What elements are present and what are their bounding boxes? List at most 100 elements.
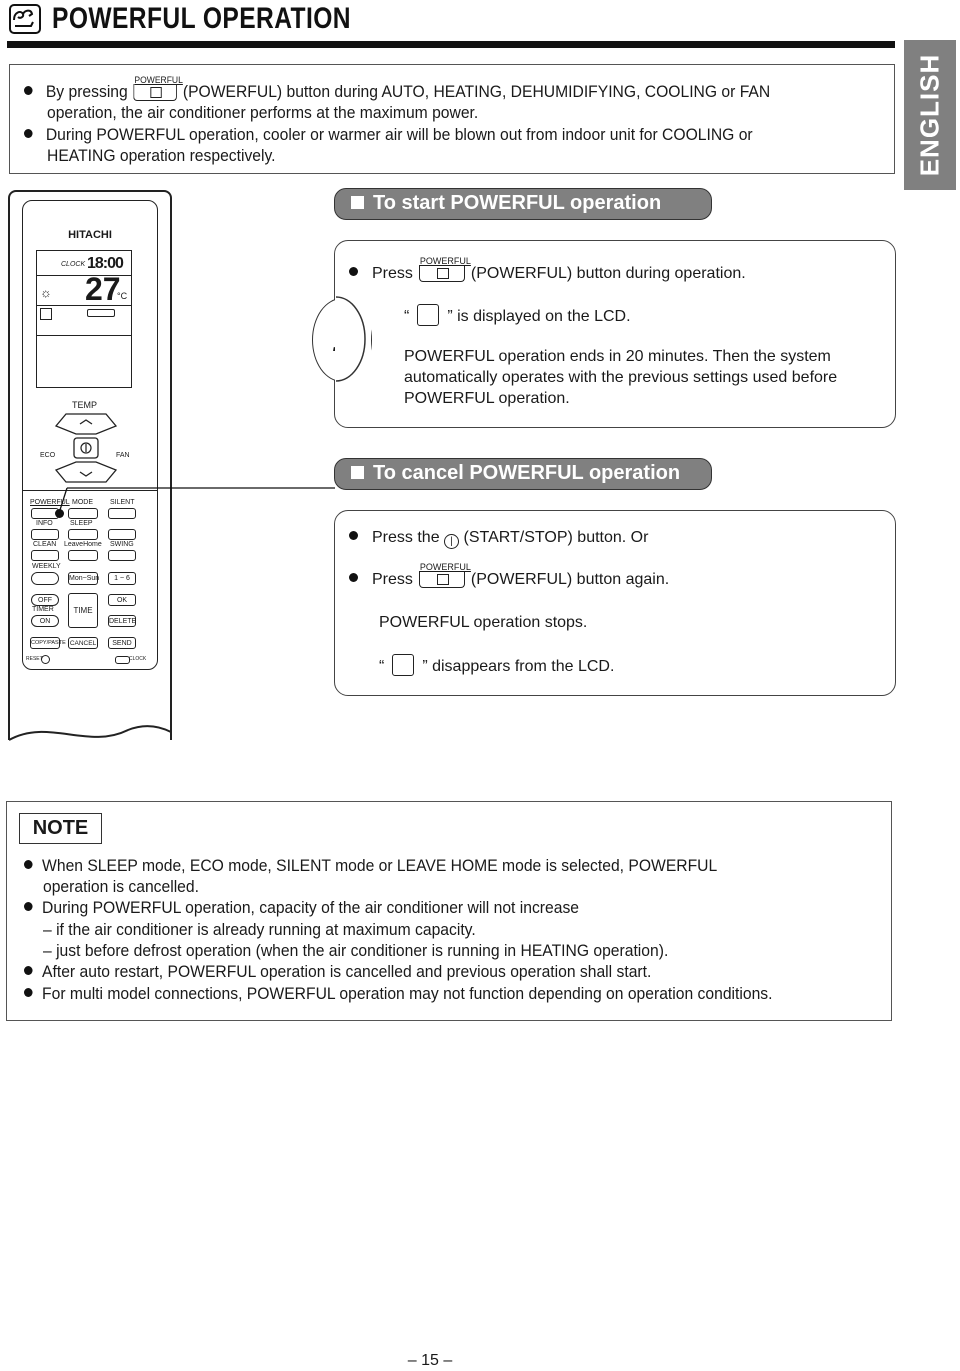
info-label: INFO: [36, 520, 53, 527]
text: By pressing: [45, 83, 128, 101]
info-button[interactable]: [31, 529, 59, 540]
weekly-label: WEEKLY: [32, 563, 61, 570]
cancel-step-startstop: Press the | (START/STOP) button. Or: [349, 527, 648, 549]
powerful-icon: [436, 574, 449, 585]
copy-paste-label: COPY/PASTE: [31, 640, 66, 646]
note-text: – just before defrost operation (when th…: [43, 942, 669, 960]
delete-button[interactable]: DELETE: [108, 615, 136, 627]
bullet-dot: [24, 129, 33, 138]
powerful-icon: [9, 4, 41, 34]
bullet-dot: [24, 966, 33, 975]
text: (POWERFUL) button during AUTO, HEATING, …: [182, 83, 771, 101]
lcd-temperature: 27: [85, 271, 121, 307]
powerful-button-glyph: POWERFUL: [418, 562, 471, 588]
powerful-lcd-icon: [392, 654, 415, 676]
powerful-lcd-icon: [417, 304, 440, 326]
lcd-unit: °C: [117, 291, 128, 301]
cancel-label: CANCEL: [69, 640, 97, 647]
note-text: After auto restart, POWERFUL operation i…: [42, 963, 652, 981]
bullet-dot: [349, 531, 358, 540]
lcd-divider: [37, 305, 131, 306]
remote-brand: HITACHI: [68, 229, 112, 241]
ok-label: OK: [116, 597, 128, 604]
bullet-dot: [24, 988, 33, 997]
fan-label: FAN: [116, 452, 130, 459]
cancel-step-press: Press POWERFUL (POWERFUL) button again.: [349, 562, 670, 590]
one-six-label: 1 ~ 6: [114, 575, 130, 582]
language-tab-label: ENGLISH: [914, 53, 945, 177]
start-ends-line-2: automatically operates with the previous…: [404, 369, 838, 386]
off-label: OFF: [38, 597, 52, 604]
on-label: ON: [39, 618, 51, 625]
text: Press: [372, 265, 413, 282]
quote: “: [404, 308, 410, 325]
page-number: – 15 –: [407, 1352, 453, 1369]
intro-bullet-1-line2: operation, the air conditioner performs …: [47, 104, 479, 122]
leave-home-button[interactable]: [68, 550, 98, 561]
one-six-button[interactable]: 1 ~ 6: [108, 572, 136, 585]
quote: “: [379, 658, 385, 675]
start-ends-line-1: POWERFUL operation ends in 20 minutes. T…: [404, 348, 831, 365]
fan-button[interactable]: FAN: [112, 438, 134, 464]
text: Press: [372, 571, 413, 588]
text: During POWERFUL operation, cooler or war…: [45, 126, 753, 144]
note-line: operation is cancelled.: [43, 877, 199, 898]
note-line: During POWERFUL operation, capacity of t…: [24, 898, 579, 919]
text: (POWERFUL) button again.: [470, 571, 670, 588]
send-button[interactable]: SEND: [108, 637, 136, 649]
bullet-dot: [24, 902, 33, 911]
note-line: – just before defrost operation (when th…: [43, 941, 668, 962]
note-text: For multi model connections, POWERFUL op…: [42, 985, 773, 1003]
cancel-stops-text: POWERFUL operation stops.: [379, 614, 588, 631]
text: (POWERFUL) button during operation.: [470, 265, 746, 282]
sun-icon: ☼: [40, 285, 52, 300]
note-line: When SLEEP mode, ECO mode, SILENT mode o…: [24, 856, 717, 877]
start-ends-line-3: POWERFUL operation.: [404, 390, 570, 407]
lcd-divider: [37, 335, 131, 336]
clock-button[interactable]: [115, 656, 130, 664]
callout-leader: [59, 487, 335, 511]
reset-button[interactable]: [41, 655, 50, 664]
heading-text: To start POWERFUL operation: [373, 192, 662, 214]
time-label: TIME: [73, 606, 93, 615]
swing-label: SWING: [110, 541, 134, 548]
sleep-label: SLEEP: [70, 520, 93, 527]
start-stop-icon: |: [444, 534, 460, 549]
intro-bullet-1: By pressing POWERFUL (POWERFUL) button dur…: [24, 75, 771, 103]
timer-on-button[interactable]: ON: [31, 615, 59, 627]
start-section-heading: To start POWERFUL operation: [334, 188, 712, 220]
weekly-button[interactable]: [31, 572, 59, 585]
note-text: When SLEEP mode, ECO mode, SILENT mode o…: [42, 857, 718, 875]
intro-bullet-2: During POWERFUL operation, cooler or war…: [24, 125, 753, 146]
delete-label: DELETE: [109, 618, 137, 625]
language-tab: ENGLISH: [904, 40, 956, 190]
text: ” is displayed on the LCD.: [447, 308, 631, 325]
start-step-press: Press POWERFUL (POWERFUL) button during op…: [349, 256, 746, 284]
bullet-dot: [24, 860, 33, 869]
powerful-icon: [150, 87, 162, 98]
powerful-button-glyph: POWERFUL: [133, 75, 183, 101]
powerful-icon: [436, 268, 449, 279]
eco-button[interactable]: ECO: [40, 438, 60, 464]
ok-button[interactable]: OK: [108, 594, 136, 606]
powerful-icon: [40, 308, 52, 320]
note-text: During POWERFUL operation, capacity of t…: [42, 899, 580, 917]
note-text: – if the air conditioner is already runn…: [43, 921, 476, 939]
cancel-button[interactable]: CANCEL: [68, 637, 98, 649]
cancel-lcd-disappears: “ ” disappears from the LCD.: [379, 654, 614, 677]
note-line: After auto restart, POWERFUL operation i…: [24, 962, 651, 983]
timer-off-button[interactable]: OFF: [31, 594, 59, 606]
cancel-card: Press the | (START/STOP) button. Or Pres…: [334, 510, 896, 696]
clean-button[interactable]: [31, 550, 59, 561]
note-line: – if the air conditioner is already runn…: [43, 920, 476, 941]
sleep-button[interactable]: [68, 529, 98, 540]
clean-label: CLEAN: [33, 541, 57, 548]
swing-up-button[interactable]: [108, 529, 136, 540]
time-button[interactable]: TIME: [68, 593, 98, 628]
remote-bottom-curve: [8, 700, 172, 741]
swing-button[interactable]: [108, 550, 136, 561]
copy-paste-button[interactable]: COPY/PASTE: [30, 637, 66, 649]
mon-sun-button[interactable]: Mon~Sun: [68, 572, 100, 585]
leave-home-label: LeaveHome: [64, 541, 102, 548]
mon-sun-label: Mon~Sun: [69, 575, 100, 582]
